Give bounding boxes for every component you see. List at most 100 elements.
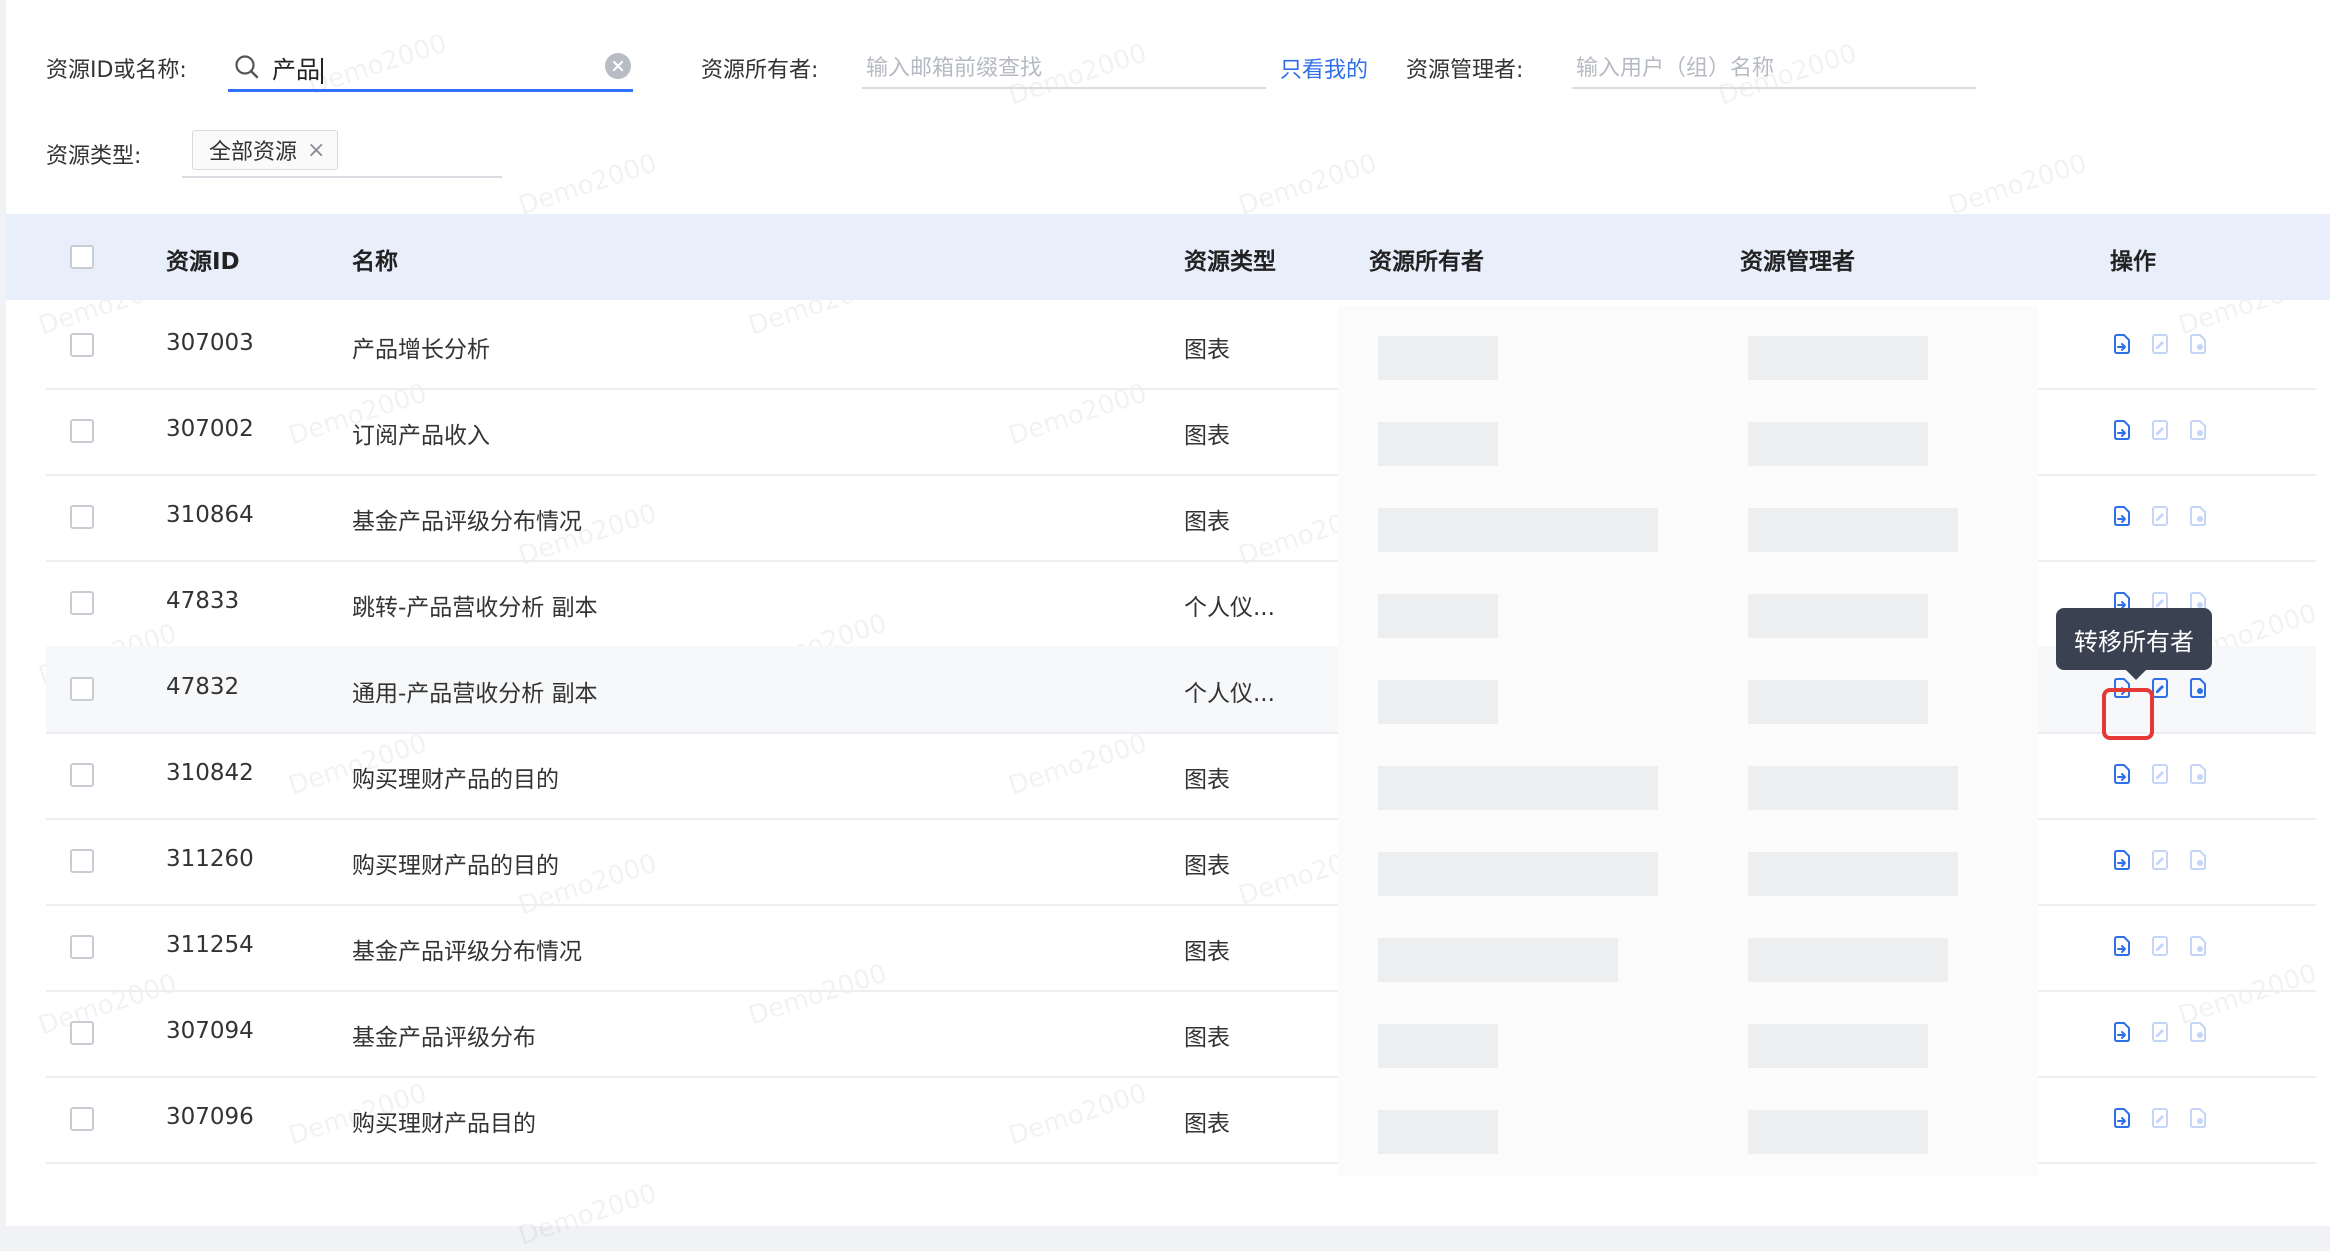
row-checkbox[interactable] bbox=[70, 1107, 94, 1131]
row-checkbox[interactable] bbox=[70, 333, 94, 357]
row-id: 307002 bbox=[166, 416, 254, 442]
type-tag: 全部资源 × bbox=[192, 130, 339, 170]
manager-filter-label: 资源管理者: bbox=[1406, 58, 1524, 83]
row-actions bbox=[2112, 1106, 2208, 1130]
row-actions bbox=[2112, 504, 2208, 528]
edit-manager-icon[interactable] bbox=[2150, 504, 2170, 528]
watermark: Demo2000 bbox=[1944, 148, 2091, 222]
row-name[interactable]: 跳转-产品营收分析 副本 bbox=[352, 588, 598, 622]
row-actions bbox=[2112, 848, 2208, 872]
row-name[interactable]: 基金产品评级分布情况 bbox=[352, 932, 582, 966]
permission-file-icon[interactable] bbox=[2188, 676, 2208, 700]
row-type: 图表 bbox=[1184, 509, 1230, 535]
edit-manager-icon[interactable] bbox=[2150, 332, 2170, 356]
redacted-block bbox=[1748, 766, 1958, 810]
transfer-owner-icon[interactable] bbox=[2112, 504, 2132, 528]
remove-tag-icon[interactable]: × bbox=[307, 138, 325, 163]
transfer-owner-icon[interactable] bbox=[2112, 762, 2132, 786]
header-name[interactable]: 名称 bbox=[352, 242, 398, 276]
edit-manager-icon[interactable] bbox=[2150, 418, 2170, 442]
edit-manager-icon[interactable] bbox=[2150, 1020, 2170, 1044]
row-type: 图表 bbox=[1184, 939, 1230, 965]
permission-file-icon[interactable] bbox=[2188, 504, 2208, 528]
row-checkbox[interactable] bbox=[70, 419, 94, 443]
type-tag-label: 全部资源 bbox=[209, 140, 298, 165]
owner-filter-label: 资源所有者: bbox=[701, 58, 819, 83]
transfer-owner-icon[interactable] bbox=[2112, 418, 2132, 442]
row-id: 47832 bbox=[166, 674, 240, 700]
row-type: 图表 bbox=[1184, 1025, 1230, 1051]
redacted-block bbox=[1378, 766, 1658, 810]
permission-file-icon[interactable] bbox=[2188, 1020, 2208, 1044]
row-name[interactable]: 购买理财产品的目的 bbox=[352, 760, 559, 794]
transfer-owner-icon[interactable] bbox=[2112, 1020, 2132, 1044]
row-type: 图表 bbox=[1184, 1111, 1230, 1137]
row-checkbox[interactable] bbox=[70, 505, 94, 529]
edit-manager-icon[interactable] bbox=[2150, 848, 2170, 872]
redacted-user-columns bbox=[1338, 306, 2038, 1176]
redacted-block bbox=[1378, 680, 1498, 724]
row-checkbox[interactable] bbox=[70, 935, 94, 959]
redacted-block bbox=[1748, 680, 1928, 724]
row-id: 311260 bbox=[166, 846, 254, 872]
row-id: 310842 bbox=[166, 760, 254, 786]
search-icon bbox=[235, 55, 259, 79]
transfer-owner-icon[interactable] bbox=[2112, 848, 2132, 872]
row-name[interactable]: 购买理财产品目的 bbox=[352, 1104, 536, 1138]
redacted-block bbox=[1378, 422, 1498, 466]
permission-file-icon[interactable] bbox=[2188, 1106, 2208, 1130]
header-id[interactable]: 资源ID bbox=[166, 242, 240, 276]
transfer-owner-icon[interactable] bbox=[2112, 934, 2132, 958]
clear-search-icon[interactable] bbox=[605, 53, 631, 79]
only-mine-link[interactable]: 只看我的 bbox=[1280, 52, 1368, 84]
owner-input[interactable]: 输入邮箱前缀查找 bbox=[862, 45, 1266, 89]
resource-type-select[interactable]: 全部资源 × bbox=[182, 130, 502, 178]
redacted-block bbox=[1378, 1024, 1498, 1068]
header-manager[interactable]: 资源管理者 bbox=[1740, 242, 1855, 276]
row-type: 个人仪... bbox=[1184, 595, 1275, 621]
edit-manager-icon[interactable] bbox=[2150, 1106, 2170, 1130]
redacted-block bbox=[1378, 508, 1658, 552]
permission-file-icon[interactable] bbox=[2188, 762, 2208, 786]
row-checkbox[interactable] bbox=[70, 591, 94, 615]
row-type: 图表 bbox=[1184, 337, 1230, 363]
transfer-owner-icon[interactable] bbox=[2112, 332, 2132, 356]
row-name[interactable]: 基金产品评级分布情况 bbox=[352, 502, 582, 536]
manager-input[interactable]: 输入用户（组）名称 bbox=[1572, 45, 1976, 89]
row-name[interactable]: 基金产品评级分布 bbox=[352, 1018, 536, 1052]
watermark: Demo2000 bbox=[514, 148, 661, 222]
id-name-filter-label: 资源ID或名称: bbox=[46, 58, 187, 83]
row-checkbox[interactable] bbox=[70, 849, 94, 873]
search-input[interactable]: 产品 bbox=[228, 45, 633, 92]
row-name[interactable]: 通用-产品营收分析 副本 bbox=[352, 674, 598, 708]
row-id: 47833 bbox=[166, 588, 240, 614]
row-type: 图表 bbox=[1184, 853, 1230, 879]
row-actions bbox=[2112, 934, 2208, 958]
row-name[interactable]: 产品增长分析 bbox=[352, 330, 490, 364]
permission-file-icon[interactable] bbox=[2188, 332, 2208, 356]
transfer-owner-icon[interactable] bbox=[2112, 1106, 2132, 1130]
permission-file-icon[interactable] bbox=[2188, 934, 2208, 958]
permission-file-icon[interactable] bbox=[2188, 418, 2208, 442]
header-owner[interactable]: 资源所有者 bbox=[1369, 242, 1484, 276]
resource-panel: Demo2000 Demo2000 Demo2000 Demo2000 Demo… bbox=[6, 0, 2330, 1251]
edit-manager-icon[interactable] bbox=[2150, 762, 2170, 786]
row-checkbox[interactable] bbox=[70, 763, 94, 787]
redacted-block bbox=[1748, 938, 1948, 982]
row-name[interactable]: 购买理财产品的目的 bbox=[352, 846, 559, 880]
row-name[interactable]: 订阅产品收入 bbox=[352, 416, 490, 450]
redacted-block bbox=[1748, 1110, 1928, 1154]
type-filter-label: 资源类型: bbox=[46, 144, 142, 169]
row-actions bbox=[2112, 332, 2208, 356]
search-value: 产品 bbox=[272, 50, 323, 85]
edit-manager-icon[interactable] bbox=[2150, 934, 2170, 958]
redacted-block bbox=[1748, 336, 1928, 380]
select-all-checkbox[interactable] bbox=[70, 245, 94, 269]
row-checkbox[interactable] bbox=[70, 677, 94, 701]
row-type: 个人仪... bbox=[1184, 681, 1275, 707]
redacted-block bbox=[1748, 852, 1958, 896]
header-type[interactable]: 资源类型 bbox=[1184, 242, 1276, 276]
redacted-block bbox=[1378, 1110, 1498, 1154]
permission-file-icon[interactable] bbox=[2188, 848, 2208, 872]
row-checkbox[interactable] bbox=[70, 1021, 94, 1045]
